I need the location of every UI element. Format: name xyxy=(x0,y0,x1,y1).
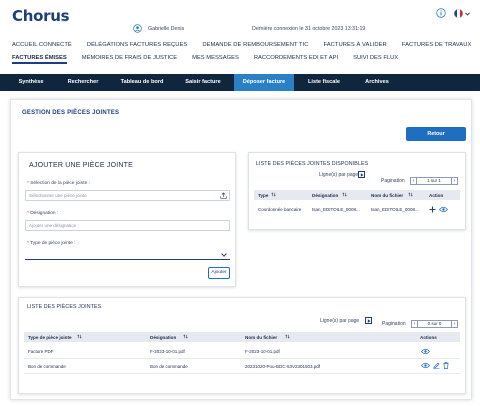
available-prev-page-button[interactable]: ‹ xyxy=(410,177,417,185)
attached-per-page-label: Ligne(s) par page xyxy=(320,318,360,324)
table-row: Coordonnée bancaire tsan_EDITOILE_0008..… xyxy=(254,200,460,217)
user-icon xyxy=(133,24,142,33)
page-title: Gestion des pièces jointes xyxy=(22,110,120,116)
add-attachment-title: Ajouter une pièce jointe xyxy=(29,162,133,169)
type-label: * Type de pièce jointe : xyxy=(27,241,75,246)
designation-label-text: Désignation : xyxy=(30,211,59,216)
main-nav-row-1: Accueil connecté Délégations factures re… xyxy=(12,42,472,48)
sort-icon[interactable] xyxy=(271,192,276,197)
col-nom-fichier[interactable]: Nom du fichier xyxy=(371,193,403,198)
attachments-table-header: Type de pièce jointe Désignation Nom du … xyxy=(24,332,460,342)
attached-page-indicator: 0 sur 0 xyxy=(418,320,451,328)
view-icon[interactable] xyxy=(421,348,430,355)
tab-liste-fiscale[interactable]: Liste fiscale xyxy=(296,74,352,91)
cell-designation: tsan_EDITOILE_0008... xyxy=(312,207,360,212)
tab-archives[interactable]: Archives xyxy=(354,74,400,91)
attached-pagination-label: Pagination xyxy=(382,321,406,327)
ajouter-button[interactable]: Ajouter xyxy=(208,267,230,279)
sort-icon[interactable] xyxy=(342,192,347,197)
tab-deposer-facture[interactable]: Déposer facture xyxy=(234,74,294,91)
caret-right-icon xyxy=(360,172,363,177)
sort-icon[interactable] xyxy=(183,334,188,339)
sort-icon[interactable] xyxy=(77,334,82,339)
tab-saisir-facture[interactable]: Saisir facture xyxy=(174,74,232,91)
nav-factures-de-travaux[interactable]: Factures de travaux xyxy=(402,42,472,48)
nav-factures-a-valider[interactable]: Factures à valider xyxy=(324,42,387,48)
type-select[interactable] xyxy=(25,250,230,260)
available-per-page-select[interactable] xyxy=(358,171,365,178)
view-icon[interactable] xyxy=(439,206,448,213)
row-divider xyxy=(24,373,460,374)
col-type-piece[interactable]: Type de pièce jointe xyxy=(28,335,72,340)
col-type[interactable]: Type xyxy=(258,193,268,198)
nav-mes-messages[interactable]: Mes messages xyxy=(192,55,239,61)
caret-right-icon xyxy=(367,318,370,323)
type-label-text: Type de pièce jointe : xyxy=(30,241,76,246)
info-icon[interactable] xyxy=(436,8,446,18)
cell-type: Bon de commande xyxy=(28,364,66,369)
col-nom-fichier[interactable]: Nom du fichier xyxy=(245,335,277,340)
main-nav-row-2: Factures émises Mémoires de frais de jus… xyxy=(12,55,470,64)
cell-filename: F-2023-10-01.pdf xyxy=(245,349,280,354)
tab-tableau-de-bord[interactable]: Tableau de bord xyxy=(112,74,172,91)
tab-synthese[interactable]: Synthèse xyxy=(8,74,54,91)
nav-memoires-frais-justice[interactable]: Mémoires de frais de justice xyxy=(82,55,177,61)
file-select-input[interactable]: Sélectionner une pièce jointe xyxy=(25,190,230,201)
select-file-label: * Sélection de la pièce jointe : xyxy=(27,181,90,186)
sort-icon[interactable] xyxy=(285,334,290,339)
last-login-text: Dernière connexion le 31 octobre 2023 13… xyxy=(252,26,366,32)
select-file-label-text: Sélection de la pièce jointe : xyxy=(30,181,90,186)
logo-text: Chorus xyxy=(12,7,70,25)
view-icon[interactable] xyxy=(421,362,430,369)
cell-designation: Bon de commande xyxy=(150,364,188,369)
col-actions: Actions xyxy=(420,334,437,340)
upload-icon[interactable] xyxy=(220,192,227,199)
col-designation[interactable]: Désignation xyxy=(312,193,338,198)
available-list-title: Liste des pièces jointes disponibles xyxy=(256,161,369,167)
nav-factures-emises[interactable]: Factures émises xyxy=(12,55,67,64)
nav-suivi-des-flux[interactable]: Suivi des flux xyxy=(353,55,398,61)
cell-designation: F-2023-10-01.pdf xyxy=(150,349,185,354)
logo-subtitle: Pro xyxy=(62,19,67,23)
nav-accueil-connecte[interactable]: Accueil connecté xyxy=(12,42,72,48)
available-table-header: Type Désignation Nom du fichier Action xyxy=(254,190,460,200)
edit-icon[interactable] xyxy=(433,362,440,369)
user-name[interactable]: Gabrielle Denis xyxy=(148,26,184,32)
sort-icon[interactable] xyxy=(408,192,413,197)
tab-rechercher[interactable]: Rechercher xyxy=(58,74,108,91)
designation-label: * Désignation : xyxy=(27,211,58,216)
delete-icon[interactable] xyxy=(443,362,449,369)
retour-button[interactable]: Retour xyxy=(406,127,466,141)
available-next-page-button[interactable]: › xyxy=(451,177,458,185)
available-per-page-label: Ligne(s) par page xyxy=(319,172,359,178)
table-row: Facture PDF F-2023-10-01.pdf F-2023-10-0… xyxy=(24,344,460,358)
designation-placeholder: Ajouter une désignation xyxy=(29,223,77,228)
tab-bar: Synthèse Rechercher Tableau de bord Sais… xyxy=(0,74,480,91)
col-designation[interactable]: Désignation xyxy=(150,335,176,340)
chevron-down-icon xyxy=(465,11,470,16)
language-selector[interactable] xyxy=(454,9,470,18)
french-flag-icon xyxy=(454,9,463,18)
attached-prev-page-button[interactable]: ‹ xyxy=(411,320,418,328)
cell-type: Facture PDF xyxy=(28,349,54,354)
nav-delegations-factures-recues[interactable]: Délégations factures reçues xyxy=(87,42,187,48)
cell-filename: tsan_EDITOILE_0008... xyxy=(371,207,419,212)
available-pagination-label: Pagination xyxy=(381,178,405,184)
attached-per-page-select[interactable] xyxy=(365,317,372,324)
available-page-indicator: 1 sur 1 xyxy=(417,177,451,185)
nav-demande-remboursement-tic[interactable]: Demande de remboursement TIC xyxy=(202,42,308,48)
file-select-placeholder: Sélectionner une pièce jointe xyxy=(29,193,87,198)
add-icon[interactable] xyxy=(429,206,436,213)
nav-raccordements-edi-api[interactable]: Raccordements EDI et API xyxy=(254,55,338,61)
cell-filename: 20231020-Pou-BDC-53V2301503.pdf xyxy=(245,364,321,369)
table-row: Bon de commande Bon de commande 20231020… xyxy=(24,359,460,373)
col-action: Action xyxy=(429,192,444,198)
chevron-down-icon[interactable] xyxy=(221,253,227,257)
attachments-list-title: Liste des pièces jointes xyxy=(27,304,102,310)
cell-type: Coordonnée bancaire xyxy=(258,207,302,212)
designation-input[interactable]: Ajouter une désignation xyxy=(25,220,230,231)
chorus-logo[interactable]: Chorus xyxy=(9,6,70,26)
attached-next-page-button[interactable]: › xyxy=(451,320,458,328)
